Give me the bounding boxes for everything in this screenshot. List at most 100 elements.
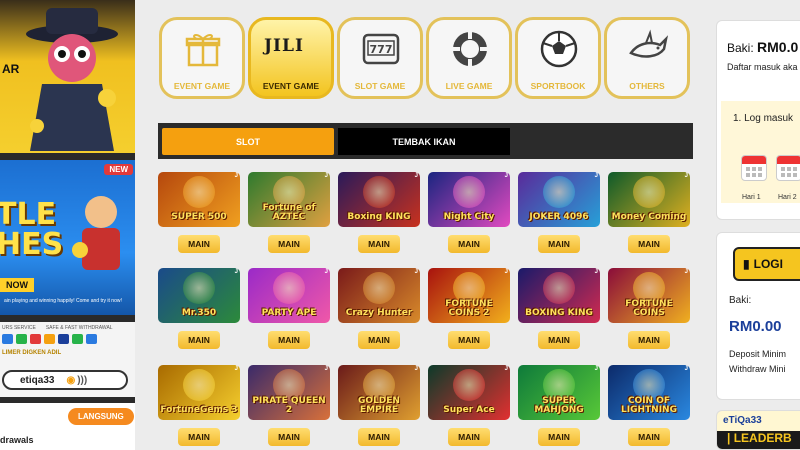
game-title: FORTUNE COINS: [625, 299, 673, 318]
game-card[interactable]: J BOXING KING MAIN: [518, 268, 600, 349]
game-thumbnail[interactable]: J Fortune of AZTEC: [248, 172, 330, 227]
game-thumbnail[interactable]: J Mr.350: [158, 268, 240, 323]
game-thumbnail[interactable]: J COIN OF LIGHTNING: [608, 365, 690, 420]
play-button[interactable]: MAIN: [268, 235, 310, 253]
provider-mark-icon: J: [684, 173, 688, 179]
login-button[interactable]: ▮ LOGI: [733, 247, 800, 281]
promo-banner-services[interactable]: URS SERVICE SAFE & FAST WITHDRAWAL LIMER…: [0, 322, 135, 397]
game-card[interactable]: J JOKER 4096 MAIN: [518, 172, 600, 253]
provider-mark-icon: J: [234, 269, 238, 275]
game-thumbnail[interactable]: J SUPER MAHJONG: [518, 365, 600, 420]
category-others[interactable]: OTHERS: [604, 17, 690, 99]
play-button[interactable]: MAIN: [268, 428, 310, 446]
promo-title: TLE HES: [0, 200, 63, 260]
category-label: EVENT GAME: [173, 81, 231, 91]
provider-mark-icon: J: [504, 366, 508, 372]
game-thumbnail[interactable]: J Night City: [428, 172, 510, 227]
game-art-icon: [543, 272, 575, 304]
game-title: Mr.350: [181, 308, 217, 318]
game-card[interactable]: J Super Ace MAIN: [428, 365, 510, 446]
provider-mark-icon: J: [594, 366, 598, 372]
tab-tembak-ikan[interactable]: TEMBAK IKAN: [338, 128, 510, 155]
game-title: FORTUNE COINS 2: [445, 299, 493, 318]
game-card[interactable]: J FORTUNE COINS 2 MAIN: [428, 268, 510, 349]
play-button[interactable]: MAIN: [538, 235, 580, 253]
shark-icon: [629, 29, 668, 58]
game-thumbnail[interactable]: J GOLDEN EMPIRE: [338, 365, 420, 420]
game-thumbnail[interactable]: J BOXING KING: [518, 268, 600, 323]
game-thumbnail[interactable]: J Super Ace: [428, 365, 510, 420]
app-icon: [2, 334, 13, 344]
game-title: COIN OF LIGHTNING: [621, 396, 677, 415]
play-button[interactable]: MAIN: [358, 331, 400, 349]
category-event-game-jili[interactable]: JILI EVENT GAME: [248, 17, 334, 99]
play-button[interactable]: MAIN: [628, 428, 670, 446]
game-tab-bar: SLOT TEMBAK IKAN: [158, 123, 693, 159]
langsung-button[interactable]: LANGSUNG: [68, 408, 134, 425]
game-thumbnail[interactable]: J JOKER 4096: [518, 172, 600, 227]
game-card[interactable]: J Boxing KING MAIN: [338, 172, 420, 253]
balance-label: Baki:: [729, 295, 752, 306]
game-card[interactable]: J SUPER MAHJONG MAIN: [518, 365, 600, 446]
play-button[interactable]: MAIN: [628, 331, 670, 349]
game-thumbnail[interactable]: J FORTUNE COINS: [608, 268, 690, 323]
play-button[interactable]: MAIN: [358, 235, 400, 253]
game-thumbnail[interactable]: J PARTY APE: [248, 268, 330, 323]
tab-slot[interactable]: SLOT: [162, 128, 334, 155]
game-art-icon: [363, 176, 395, 208]
game-thumbnail[interactable]: J FortuneGems 3: [158, 365, 240, 420]
category-slot-game[interactable]: 777 SLOT GAME: [337, 17, 423, 99]
game-card[interactable]: J PIRATE QUEEN 2 MAIN: [248, 365, 330, 446]
game-art-icon: [363, 272, 395, 304]
play-button[interactable]: MAIN: [448, 331, 490, 349]
game-card[interactable]: J Night City MAIN: [428, 172, 510, 253]
balance-label: Baki:: [727, 41, 754, 55]
play-button[interactable]: MAIN: [358, 428, 400, 446]
play-button[interactable]: MAIN: [448, 235, 490, 253]
daily-login-box: 1. Log masuk Hari 1 Hari 2: [721, 101, 800, 203]
now-button[interactable]: NOW: [0, 278, 34, 292]
game-thumbnail[interactable]: J FORTUNE COINS 2: [428, 268, 510, 323]
promo-banner-mascot[interactable]: AR: [0, 0, 135, 153]
game-card[interactable]: J GOLDEN EMPIRE MAIN: [338, 365, 420, 446]
play-button[interactable]: MAIN: [268, 331, 310, 349]
play-button[interactable]: MAIN: [448, 428, 490, 446]
play-button[interactable]: MAIN: [178, 428, 220, 446]
play-button[interactable]: MAIN: [178, 235, 220, 253]
category-event-game-1[interactable]: EVENT GAME: [159, 17, 245, 99]
withdrawals-label: drawals: [0, 435, 34, 445]
category-live-game[interactable]: LIVE GAME: [426, 17, 512, 99]
game-card[interactable]: J PARTY APE MAIN: [248, 268, 330, 349]
game-art-icon: [453, 176, 485, 208]
balance-row: Baki: RM0.0: [727, 39, 798, 55]
play-button[interactable]: MAIN: [628, 235, 670, 253]
game-card[interactable]: J SUPER 500 MAIN: [158, 172, 240, 253]
game-thumbnail[interactable]: J Boxing KING: [338, 172, 420, 227]
play-button[interactable]: MAIN: [538, 331, 580, 349]
category-sportbook[interactable]: SPORTBOOK: [515, 17, 601, 99]
play-button[interactable]: MAIN: [538, 428, 580, 446]
game-title: Crazy Hunter: [345, 308, 413, 318]
game-title: FortuneGems 3: [160, 405, 238, 415]
promo-banner-riches[interactable]: NEW TLE HES NOW ain playing and winning …: [0, 160, 135, 315]
game-thumbnail[interactable]: J Money Coming: [608, 172, 690, 227]
game-thumbnail[interactable]: J PIRATE QUEEN 2: [248, 365, 330, 420]
game-card[interactable]: J Fortune of AZTEC MAIN: [248, 172, 330, 253]
knight-character-icon: [72, 196, 120, 270]
leaderboard-label: | LEADERB: [717, 431, 800, 449]
game-thumbnail[interactable]: J Crazy Hunter: [338, 268, 420, 323]
game-thumbnail[interactable]: J SUPER 500: [158, 172, 240, 227]
game-card[interactable]: J COIN OF LIGHTNING MAIN: [608, 365, 690, 446]
provider-mark-icon: J: [414, 173, 418, 179]
game-card[interactable]: J Money Coming MAIN: [608, 172, 690, 253]
game-card[interactable]: J FORTUNE COINS MAIN: [608, 268, 690, 349]
provider-mark-icon: J: [324, 366, 328, 372]
leaderboard-panel[interactable]: eTiQa33 | LEADERB: [716, 410, 800, 450]
game-card[interactable]: J FortuneGems 3 MAIN: [158, 365, 240, 446]
game-card[interactable]: J Crazy Hunter MAIN: [338, 268, 420, 349]
provider-mark-icon: J: [594, 173, 598, 179]
detective-mascot-icon: [26, 8, 118, 151]
provider-mark-icon: J: [414, 269, 418, 275]
game-card[interactable]: J Mr.350 MAIN: [158, 268, 240, 349]
play-button[interactable]: MAIN: [178, 331, 220, 349]
